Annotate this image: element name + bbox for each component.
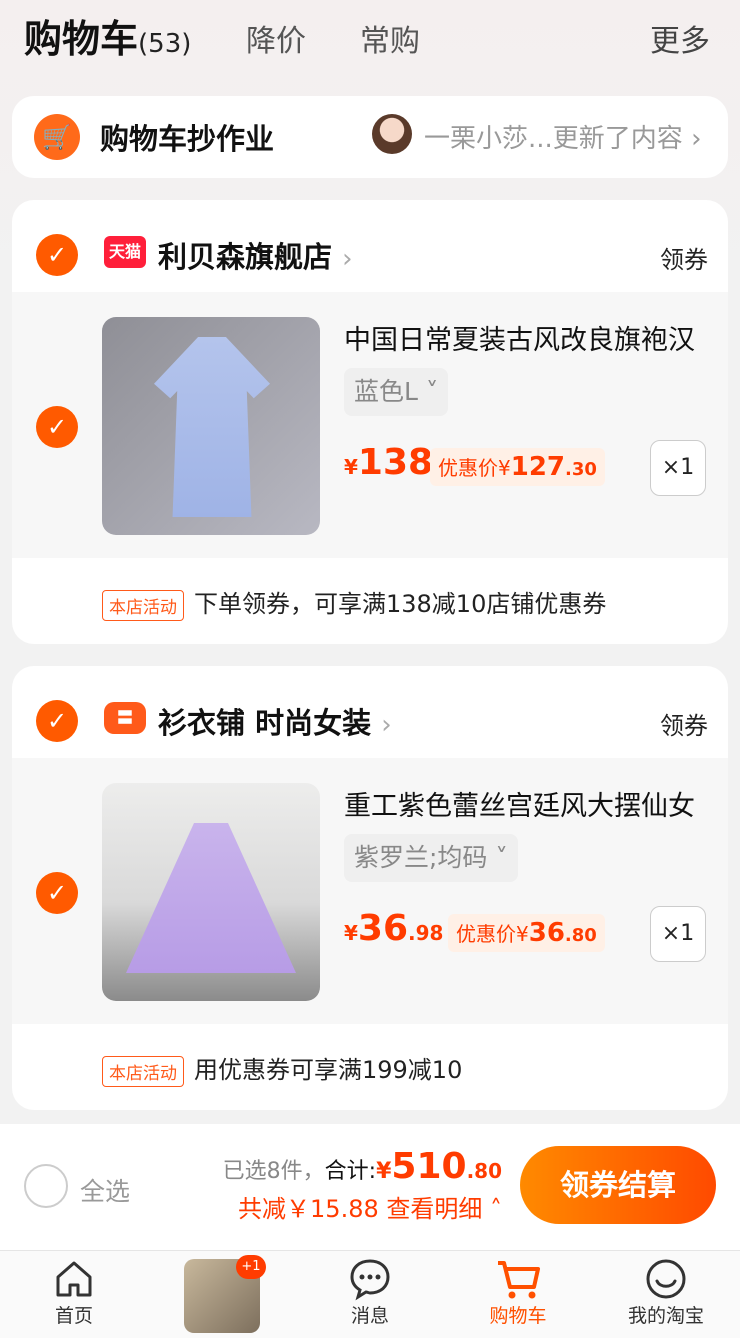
checkout-bar: 全选 已选8件，合计:¥510.80 共减￥15.88 查看明细 ˄ 领券结算 (0, 1124, 740, 1250)
skirt-illustration (126, 823, 296, 973)
homework-update-text: 一栗小莎...更新了内容 › (424, 124, 702, 154)
cart-item: ✓ 重工紫色蕾丝宫廷风大摆仙女 紫罗兰;均码 ˅ ¥36.98 优惠价¥36.8… (12, 758, 728, 1024)
get-coupon-button[interactable]: 领券 (660, 706, 708, 741)
total-amount: ¥510.80 (376, 1146, 502, 1187)
smiley-icon (606, 1251, 726, 1301)
activity-tag: 本店活动 (102, 1055, 184, 1087)
store-name[interactable]: 利贝森旗舰店 › (158, 234, 353, 276)
store-activity[interactable]: 本店活动 用优惠券可享满199减10 (102, 1050, 462, 1087)
cart-count: (53) (138, 29, 192, 59)
dress-illustration (154, 337, 270, 517)
chevron-right-icon: › (691, 124, 702, 154)
cart-title: 购物车 (24, 17, 139, 61)
item-checkbox[interactable]: ✓ (36, 406, 78, 448)
store-header: ✓ 〓 衫衣铺 时尚女装 › 领券 (12, 666, 728, 758)
bottom-tab-bar: 首页 +1 消息 购物车 我的淘宝 (0, 1250, 740, 1338)
quantity-button[interactable]: ×1 (650, 440, 706, 496)
store-name[interactable]: 衫衣铺 时尚女装 › (158, 700, 392, 742)
product-image[interactable] (102, 317, 320, 535)
promo-badge: +1 (236, 1255, 266, 1279)
tab-home[interactable]: 首页 (14, 1251, 134, 1338)
get-coupon-button[interactable]: 领券 (660, 240, 708, 275)
select-all-checkbox[interactable] (24, 1164, 68, 1208)
message-icon (310, 1251, 430, 1301)
sku-selector[interactable]: 紫罗兰;均码 ˅ (344, 834, 518, 882)
selected-count: 已选8件， (222, 1159, 325, 1184)
checkout-button[interactable]: 领券结算 (520, 1146, 716, 1224)
activity-text: 用优惠券可享满199减10 (194, 1056, 463, 1084)
top-bar: 购物车(53) 降价 常购 更多 (0, 0, 740, 80)
product-price: ¥36.98 (344, 908, 444, 949)
home-icon (14, 1251, 134, 1301)
activity-tag: 本店活动 (102, 589, 184, 621)
tab-my-taobao[interactable]: 我的淘宝 (606, 1251, 726, 1338)
cart-homework-banner[interactable]: 🛒 购物车抄作业 一栗小莎...更新了内容 › (12, 96, 728, 178)
page-title: 购物车(53) (24, 8, 191, 63)
tab-price-drop[interactable]: 降价 (246, 16, 306, 60)
activity-text: 下单领券，可享满138减10店铺优惠券 (194, 590, 607, 618)
discount-detail-link[interactable]: 共减￥15.88 查看明细 ˄ (223, 1189, 502, 1224)
store-header: ✓ 天猫 利贝森旗舰店 › 领券 (12, 200, 728, 292)
product-image[interactable] (102, 783, 320, 1001)
tmall-icon: 天猫 (104, 236, 146, 268)
homework-title: 购物车抄作业 (100, 122, 275, 156)
store-card: ✓ 天猫 利贝森旗舰店 › 领券 ✓ 中国日常夏装古风改良旗袍汉 蓝色L ˅ ¥… (12, 200, 728, 644)
shop-icon: 〓 (104, 702, 146, 734)
tab-frequent[interactable]: 常购 (360, 16, 420, 60)
store-card: ✓ 〓 衫衣铺 时尚女装 › 领券 ✓ 重工紫色蕾丝宫廷风大摆仙女 紫罗兰;均码… (12, 666, 728, 1110)
select-all-label[interactable]: 全选 (80, 1172, 130, 1208)
product-price: ¥138 (344, 442, 434, 483)
order-summary: 已选8件，合计:¥510.80 共减￥15.88 查看明细 ˄ (223, 1146, 502, 1224)
chevron-right-icon: › (381, 710, 392, 740)
cart-icon (458, 1251, 578, 1301)
discount-price-badge: 优惠价¥127.30 (430, 448, 605, 486)
item-checkbox[interactable]: ✓ (36, 872, 78, 914)
more-button[interactable]: 更多 (650, 16, 710, 60)
avatar (372, 114, 412, 154)
tab-cart[interactable]: 购物车 (458, 1251, 578, 1338)
store-checkbox[interactable]: ✓ (36, 234, 78, 276)
sku-selector[interactable]: 蓝色L ˅ (344, 368, 449, 416)
store-activity[interactable]: 本店活动 下单领券，可享满138减10店铺优惠券 (102, 584, 606, 621)
tab-messages[interactable]: 消息 (310, 1251, 430, 1338)
cart-icon: 🛒 (34, 114, 80, 160)
total-label: 合计: (324, 1159, 377, 1184)
cart-item: ✓ 中国日常夏装古风改良旗袍汉 蓝色L ˅ ¥138 优惠价¥127.30 ×1 (12, 292, 728, 558)
store-checkbox[interactable]: ✓ (36, 700, 78, 742)
discount-price-badge: 优惠价¥36.80 (448, 914, 605, 952)
product-title[interactable]: 中国日常夏装古风改良旗袍汉 (344, 318, 695, 357)
product-title[interactable]: 重工紫色蕾丝宫廷风大摆仙女 (344, 784, 695, 823)
quantity-button[interactable]: ×1 (650, 906, 706, 962)
chevron-right-icon: › (342, 244, 353, 274)
